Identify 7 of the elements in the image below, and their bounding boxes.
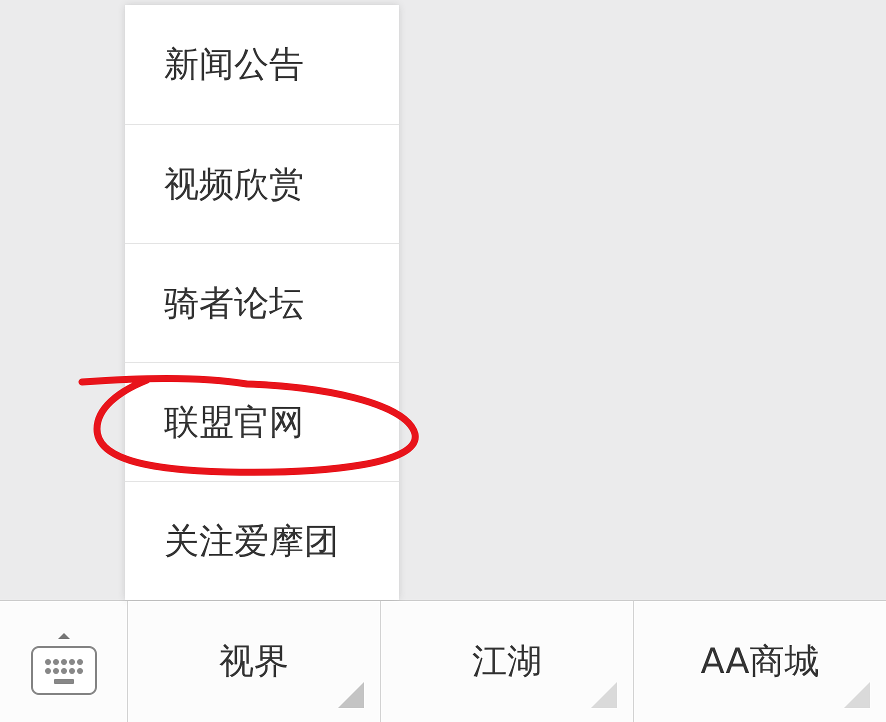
- submenu-item[interactable]: 骑者论坛: [125, 243, 399, 362]
- corner-triangle-icon: [844, 682, 870, 708]
- corner-triangle-icon: [338, 682, 364, 708]
- submenu-item[interactable]: 联盟官网: [125, 362, 399, 481]
- submenu-item[interactable]: 新闻公告: [125, 5, 399, 124]
- submenu-item[interactable]: 视频欣赏: [125, 124, 399, 243]
- corner-triangle-icon: [591, 682, 617, 708]
